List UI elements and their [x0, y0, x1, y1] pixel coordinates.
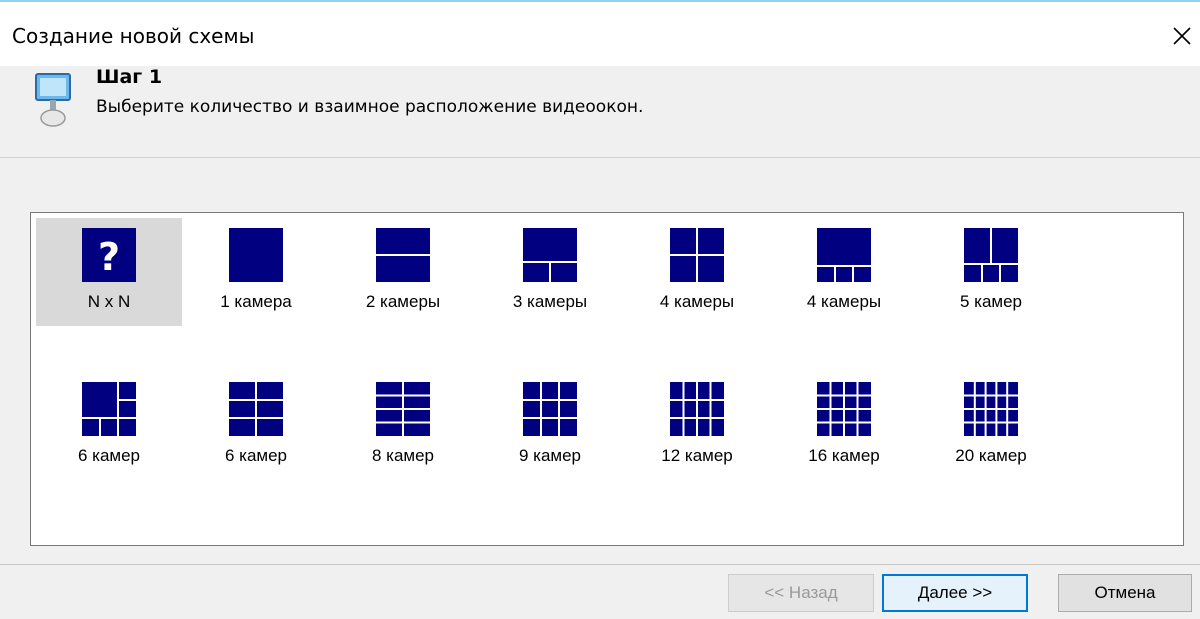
layout-label: 16 камер	[808, 446, 880, 465]
layout-label: N x N	[87, 292, 131, 311]
layout-tile-4-grid[interactable]: 4 камеры	[624, 218, 770, 326]
cancel-button[interactable]: Отмена	[1058, 574, 1192, 612]
step-description: Выберите количество и взаимное расположе…	[96, 97, 644, 117]
layout-label: 8 камер	[371, 446, 435, 465]
layout-tile-9[interactable]: 9 камер	[477, 372, 623, 480]
layout-5-icon	[964, 228, 1018, 282]
layout-label: 6 камер	[224, 446, 288, 465]
back-button[interactable]: << Назад	[728, 574, 874, 612]
layout-2-icon	[376, 228, 430, 282]
create-scheme-dialog: Создание новой схемы Шаг 1 Выберите коли…	[0, 0, 1200, 619]
layout-label: 20 камер	[955, 446, 1027, 465]
layout-label: 4 камеры	[806, 292, 882, 311]
layout-6-b-icon	[229, 382, 283, 436]
step-title: Шаг 1	[96, 66, 163, 88]
layout-9-icon	[523, 382, 577, 436]
layout-grid: ? N x N 1 камера 2 камеры 3 камеры 4 кам…	[30, 212, 1184, 546]
layout-tile-2[interactable]: 2 камеры	[330, 218, 476, 326]
close-button[interactable]	[1164, 16, 1200, 56]
close-icon	[1173, 27, 1191, 45]
layout-label: 4 камеры	[659, 292, 735, 311]
layout-16-icon	[817, 382, 871, 436]
layout-3-icon	[523, 228, 577, 282]
layout-1-icon	[229, 228, 283, 282]
question-icon: ?	[82, 228, 136, 282]
layout-20-icon	[964, 382, 1018, 436]
svg-text:?: ?	[98, 235, 120, 279]
title-bar: Создание новой схемы	[0, 2, 1200, 66]
layout-label: 3 камеры	[512, 292, 588, 311]
layout-6-a-icon	[82, 382, 136, 436]
layout-label: 6 камер	[77, 446, 141, 465]
layout-label: 9 камер	[518, 446, 582, 465]
layout-tile-6-a[interactable]: 6 камер	[36, 372, 182, 480]
layout-tile-16[interactable]: 16 камер	[771, 372, 917, 480]
layout-label: 2 камеры	[365, 292, 441, 311]
layout-tile-4-big-top[interactable]: 4 камеры	[771, 218, 917, 326]
next-button[interactable]: Далее >>	[882, 574, 1028, 612]
layout-tile-6-b[interactable]: 6 камер	[183, 372, 329, 480]
layout-tile-nxn[interactable]: ? N x N	[36, 218, 182, 326]
layout-8-icon	[376, 382, 430, 436]
monitor-icon	[35, 73, 71, 127]
layout-tile-3[interactable]: 3 камеры	[477, 218, 623, 326]
layout-tile-12[interactable]: 12 камер	[624, 372, 770, 480]
window-title: Создание новой схемы	[12, 24, 255, 48]
layout-label: 1 камера	[220, 292, 292, 311]
layout-label: 5 камер	[959, 292, 1023, 311]
layout-12-icon	[670, 382, 724, 436]
step-header: Шаг 1 Выберите количество и взаимное рас…	[0, 66, 1200, 158]
layout-4-grid-icon	[670, 228, 724, 282]
layout-tile-5[interactable]: 5 камер	[918, 218, 1064, 326]
layout-label: 12 камер	[661, 446, 733, 465]
layout-tile-8[interactable]: 8 камер	[330, 372, 476, 480]
footer-divider	[0, 564, 1200, 565]
layout-tile-1[interactable]: 1 камера	[183, 218, 329, 326]
layout-tile-20[interactable]: 20 камер	[918, 372, 1064, 480]
layout-4-big-top-icon	[817, 228, 871, 282]
